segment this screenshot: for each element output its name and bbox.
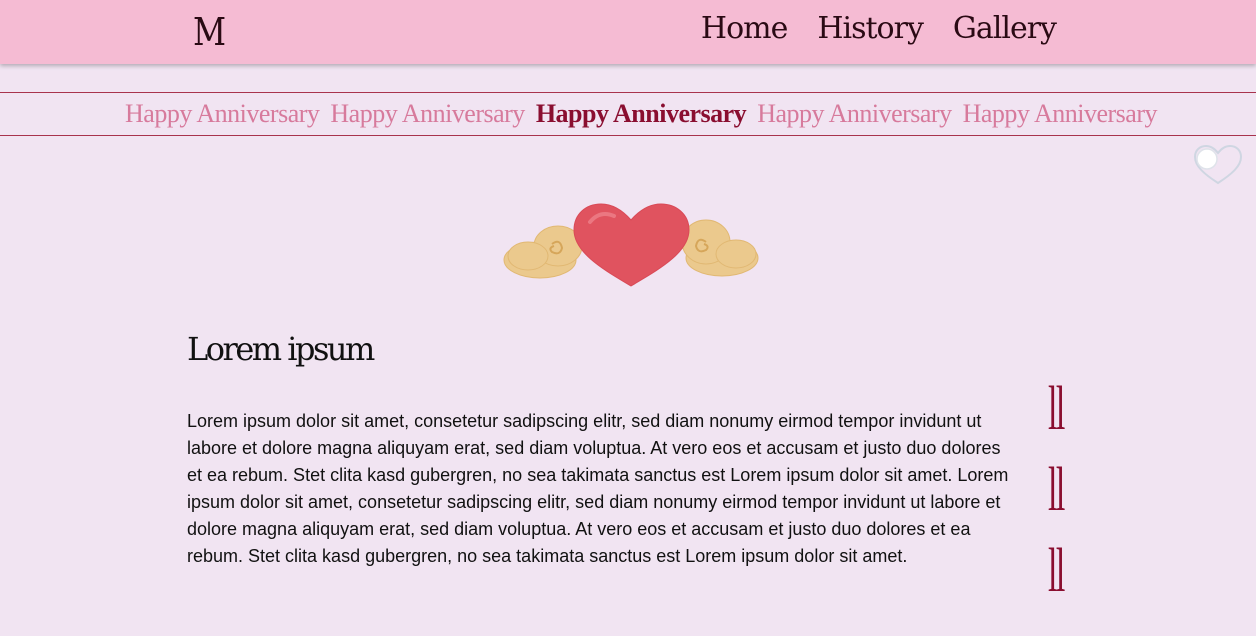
nav-gallery-link[interactable]: Gallery xyxy=(953,10,1057,48)
marquee-item: Happy Anniversary xyxy=(125,99,320,128)
quote-mark-icon: ll xyxy=(1048,456,1065,524)
section-paragraph: Lorem ipsum dolor sit amet, consetetur s… xyxy=(187,411,1009,566)
marquee-item: Happy Anniversary xyxy=(330,99,525,128)
winged-heart-icon xyxy=(503,203,759,287)
marquee-item: Happy Anniversary xyxy=(962,99,1158,128)
marquee-track: Happy Anniversary Happy Anniversary Happ… xyxy=(125,97,1162,131)
nav-home-link[interactable]: Home xyxy=(701,10,788,48)
heart-toggle-icon xyxy=(1193,144,1243,185)
winged-heart-illustration xyxy=(500,198,762,292)
section-title: Lorem ipsum xyxy=(187,330,375,368)
marquee-item: Happy Anniversary xyxy=(757,99,952,128)
marquee-item-highlighted: Happy Anniversary xyxy=(535,99,747,128)
quote-mark-icon: ll xyxy=(1048,375,1065,443)
site-logo[interactable]: M xyxy=(193,12,226,52)
top-navigation-bar: M Home History Gallery xyxy=(0,0,1256,64)
quote-mark-icon: ll xyxy=(1048,537,1065,605)
anniversary-marquee: Happy Anniversary Happy Anniversary Happ… xyxy=(0,92,1256,136)
main-nav: Home History Gallery xyxy=(701,10,1057,48)
nav-history-link[interactable]: History xyxy=(817,10,924,48)
theme-toggle-switch[interactable] xyxy=(1192,144,1244,186)
